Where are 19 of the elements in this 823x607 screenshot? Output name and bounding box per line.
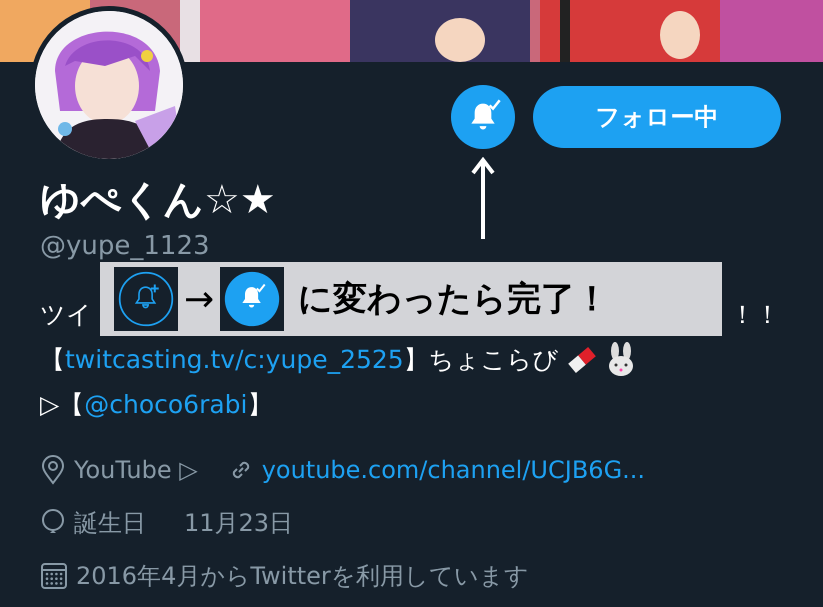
annotation-text: に変わったら完了！ (298, 278, 610, 321)
birthday-date: 11月23日 (184, 508, 294, 538)
bio-link[interactable]: twitcasting.tv/c:yupe_2525 (65, 337, 404, 382)
birthday-text: 誕生日 (74, 508, 146, 538)
bio-text: 】ちょこらび (404, 344, 559, 376)
joined-text: 2016年4月からTwitterを利用しています (76, 560, 529, 592)
bio-text: ！！ (730, 299, 780, 331)
profile-name: ゆぺくん☆★ (40, 176, 276, 225)
bio-text: 【 (40, 344, 65, 376)
location-pin-icon (40, 454, 66, 484)
website-link[interactable]: youtube.com/channel/UCJB6G... (262, 456, 646, 484)
bio-text: ▷【 (40, 389, 84, 421)
profile-handle: @yupe_1123 (40, 230, 210, 262)
location-text: YouTube ▷ (74, 456, 198, 484)
bio-link[interactable]: @choco6rabi (84, 382, 248, 427)
calendar-icon (40, 562, 68, 590)
annotation-arrow: → (184, 278, 214, 320)
bio-text: ツイ (40, 299, 92, 331)
bio-text: 】 (247, 389, 272, 421)
